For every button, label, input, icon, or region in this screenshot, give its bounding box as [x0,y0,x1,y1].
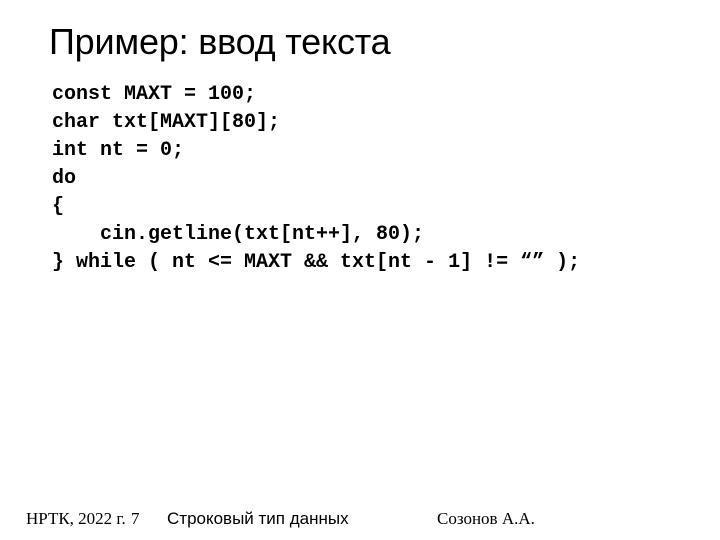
code-line: char txt[MAXT][80]; [52,111,281,134]
code-block: const MAXT = 100; char txt[MAXT][80]; in… [52,81,692,277]
footer-author: Созонов А.А. [437,509,535,528]
slide-footer: НРТК, 2022 г. 7 Строковый тип данных Соз… [0,508,720,532]
code-line: do [52,167,77,190]
footer-topic: Строковый тип данных [167,509,349,528]
footer-page-number: 7 [131,509,140,528]
page-title: Пример: ввод текста [49,21,391,62]
code-line: int nt = 0; [52,139,185,162]
slide-canvas: Пример: ввод текста const MAXT = 100; ch… [0,0,720,540]
code-line: cin.getline(txt[nt++], 80); [52,223,425,246]
code-line: const MAXT = 100; [52,83,257,106]
code-line: { [52,195,65,218]
footer-organization: НРТК, 2022 г. [26,509,126,528]
code-line: } while ( nt <= MAXT && txt[nt - 1] != “… [52,251,581,274]
